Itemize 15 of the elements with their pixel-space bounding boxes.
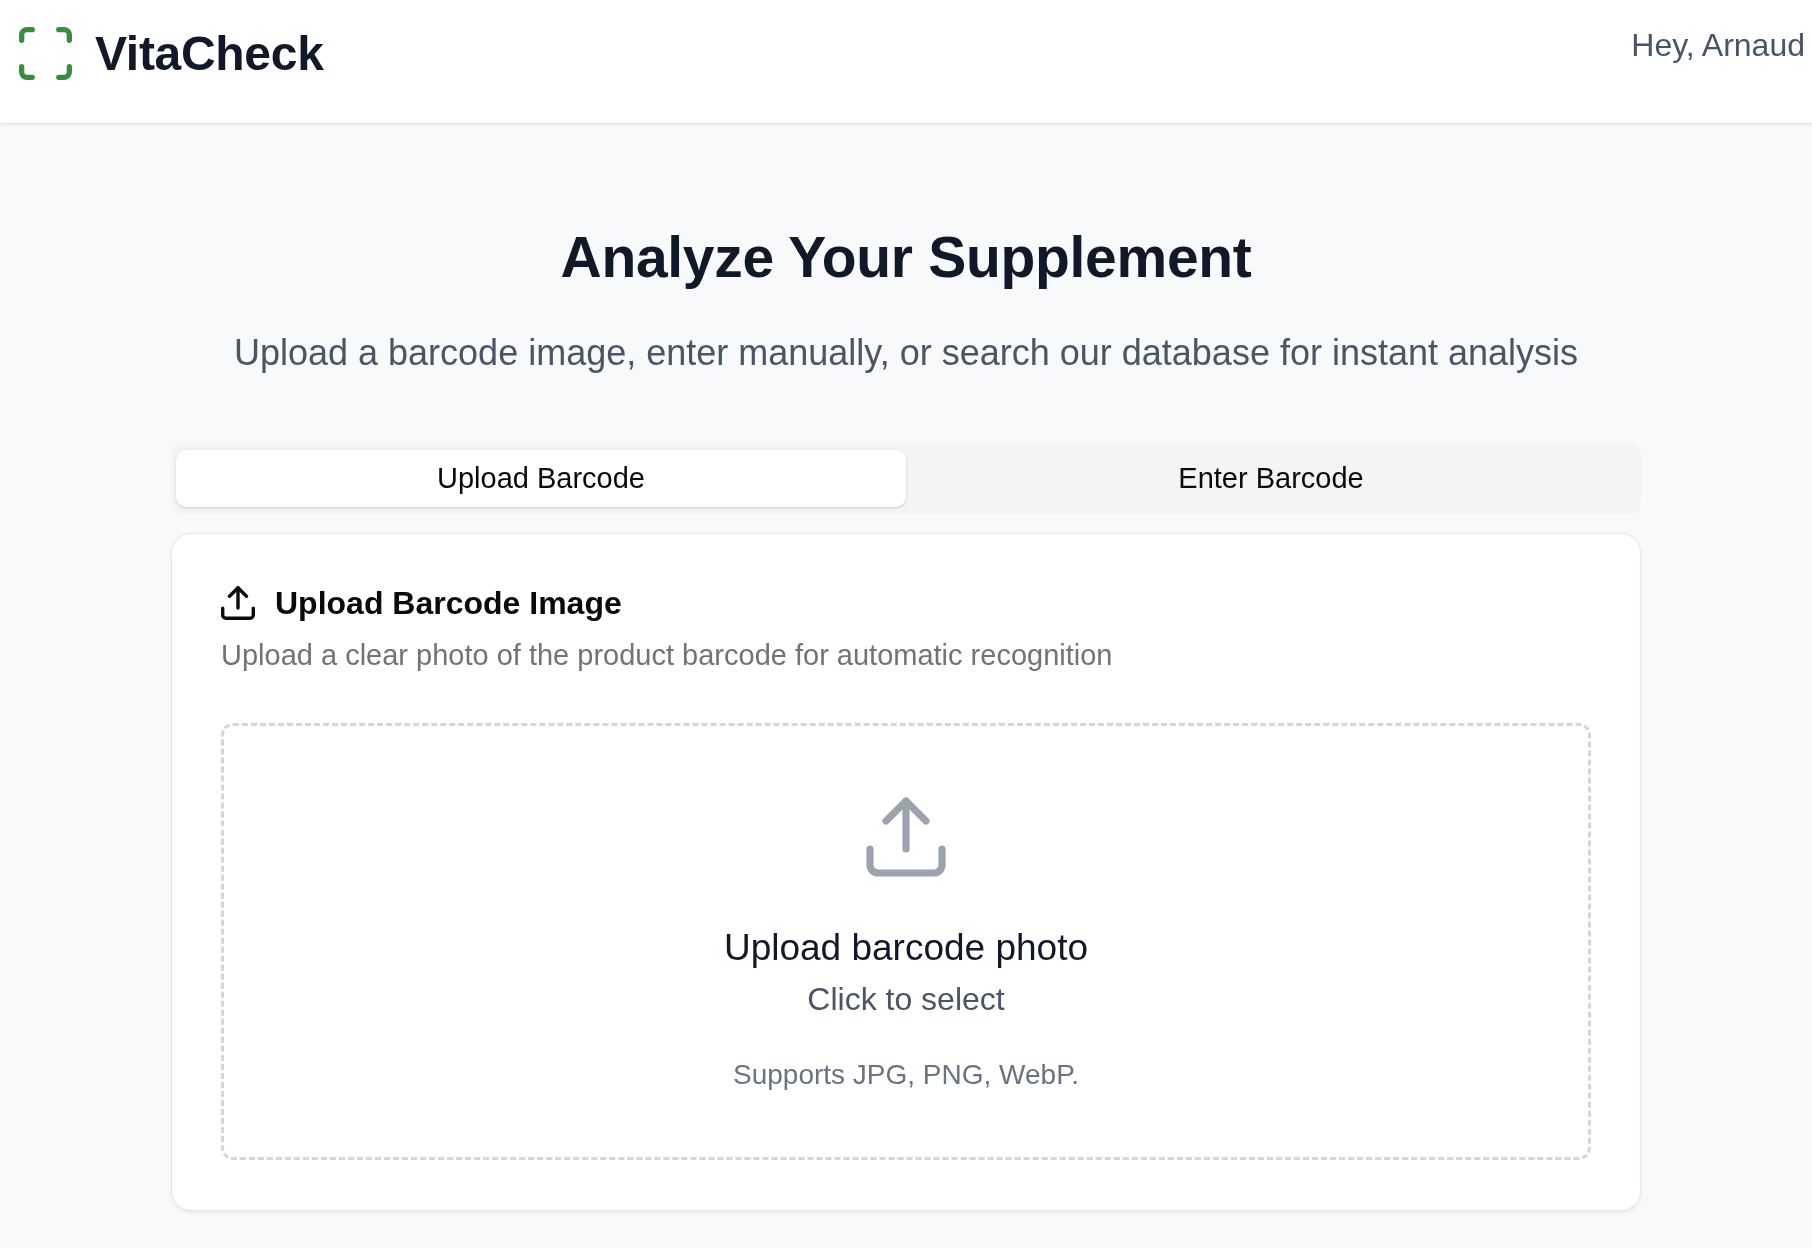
upload-icon: [221, 586, 255, 621]
page-subtitle: Upload a barcode image, enter manually, or search our database for instant analysis: [233, 331, 1579, 376]
tab[interactable]: Enter Barcode: [906, 450, 1636, 508]
upload-dropzone[interactable]: Upload barcode photo Click to select Supports JPG, PNG, WebP.: [221, 723, 1591, 1161]
page-title: Analyze Your Supplement: [560, 224, 1252, 291]
user-greeting: Hey, Arnaud: [1631, 26, 1805, 65]
card-title: Upload Barcode Image: [275, 584, 622, 623]
tab[interactable]: Upload Barcode: [176, 450, 906, 508]
scan-frame-icon: [19, 27, 72, 81]
supported-formats-text: Supports JPG, PNG, WebP.: [733, 1057, 1079, 1092]
dropzone-title: Upload barcode photo: [723, 926, 1089, 971]
card-description: Upload a clear photo of the product barcode for automatic recognition: [221, 637, 1114, 673]
upload-icon: [866, 797, 946, 878]
dropzone-hint: Click to select: [807, 979, 1005, 1019]
brand-name: VitaCheck: [95, 26, 324, 82]
